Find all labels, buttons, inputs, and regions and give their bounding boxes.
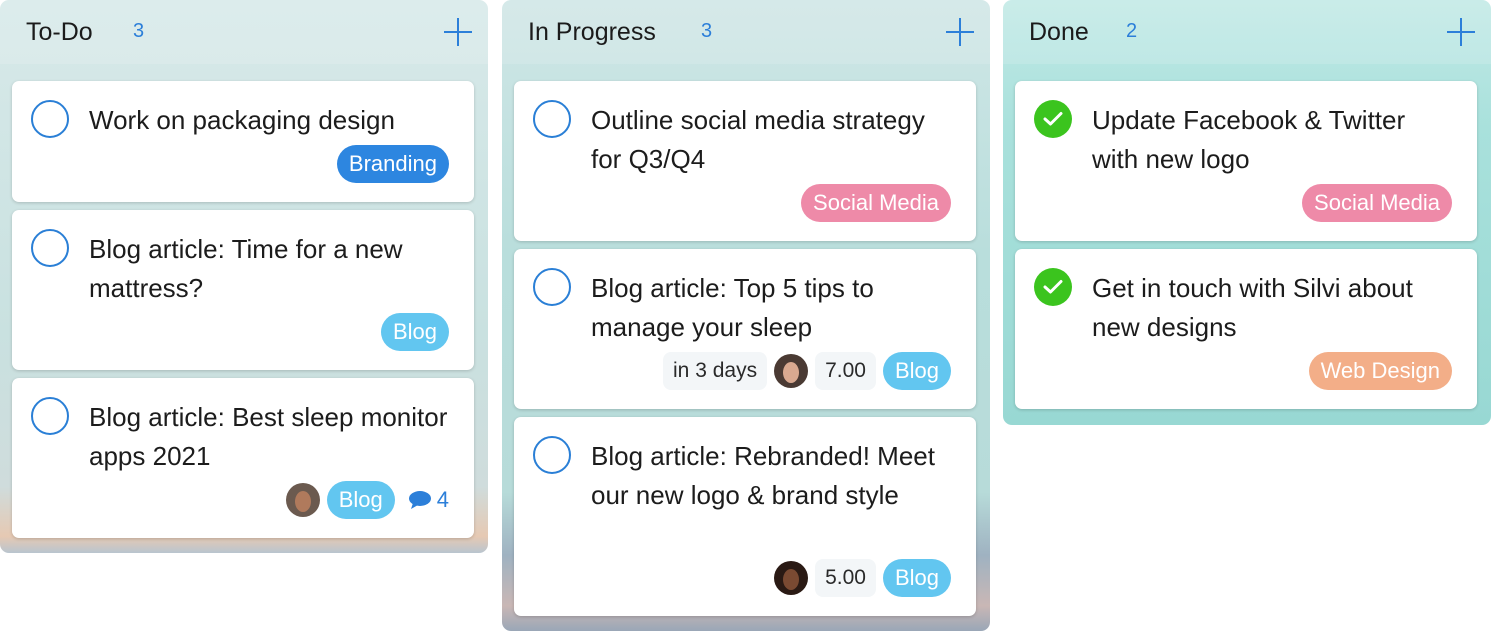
assignee-avatar[interactable] [774,354,809,388]
tag-branding[interactable]: Branding [336,145,449,183]
due-date[interactable]: in 3 days [663,352,768,390]
column-header: In Progress 3 [502,0,990,64]
tag-web-design[interactable]: Web Design [1308,352,1452,390]
tag-blog[interactable]: Blog [326,481,395,519]
assignee-avatar[interactable] [285,483,320,517]
column-count: 2 [1126,20,1138,42]
tag-blog[interactable]: Blog [882,352,951,390]
checkmark-icon[interactable] [1034,268,1072,306]
checkbox-circle-icon[interactable] [533,268,571,306]
task-card[interactable]: Blog article: Time for a new mattress? B… [12,210,474,370]
column-done: Done 2 Update Facebook & Twitter with ne… [1003,0,1491,425]
column-title: Done [1029,18,1089,46]
column-header: Done 2 [1003,0,1491,64]
task-title: Blog article: Best sleep monitor apps 20… [89,402,448,471]
task-card[interactable]: Outline social media strategy for Q3/Q4 … [514,81,976,241]
checkbox-circle-icon[interactable] [533,100,571,138]
task-title: Update Facebook & Twitter with new logo [1092,105,1406,174]
column-title: In Progress [528,18,656,46]
tag-social-media[interactable]: Social Media [801,184,951,222]
column-count: 3 [133,20,145,42]
task-card[interactable]: Get in touch with Silvi about new design… [1015,249,1477,409]
task-title: Blog article: Rebranded! Meet our new lo… [591,441,935,510]
task-card[interactable]: Update Facebook & Twitter with new logo … [1015,81,1477,241]
task-card[interactable]: Blog article: Best sleep monitor apps 20… [12,378,474,538]
task-card[interactable]: Work on packaging design Branding [12,81,474,202]
column-in-progress: In Progress 3 Outline social media strat… [502,0,990,631]
column-header: To-Do 3 [0,0,488,64]
task-card[interactable]: Blog article: Rebranded! Meet our new lo… [514,417,976,616]
task-title: Blog article: Time for a new mattress? [89,234,403,303]
plus-icon[interactable] [444,18,472,46]
checkmark-icon[interactable] [1034,100,1072,138]
task-title: Get in touch with Silvi about new design… [1092,273,1413,342]
task-title: Outline social media strategy for Q3/Q4 [591,105,925,174]
comment-count: 4 [436,487,449,512]
checkbox-circle-icon[interactable] [31,229,69,267]
column-todo: To-Do 3 Work on packaging design Brandin… [0,0,488,553]
plus-icon[interactable] [1447,18,1475,46]
speech-bubble-icon [408,491,431,509]
checkbox-circle-icon[interactable] [533,436,571,474]
tag-blog[interactable]: Blog [882,559,951,597]
checkbox-circle-icon[interactable] [31,100,69,138]
task-card[interactable]: Blog article: Top 5 tips to manage your … [514,249,976,409]
column-count: 3 [701,20,713,42]
plus-icon[interactable] [946,18,974,46]
checkbox-circle-icon[interactable] [31,397,69,435]
column-title: To-Do [26,18,93,46]
time-estimate[interactable]: 7.00 [815,352,876,390]
tag-social-media[interactable]: Social Media [1302,184,1452,222]
time-estimate[interactable]: 5.00 [815,559,876,597]
task-title: Work on packaging design [89,105,395,135]
assignee-avatar[interactable] [774,561,809,595]
comments-button[interactable]: 4 [408,487,449,513]
tag-blog[interactable]: Blog [380,313,449,351]
task-title: Blog article: Top 5 tips to manage your … [591,273,874,342]
